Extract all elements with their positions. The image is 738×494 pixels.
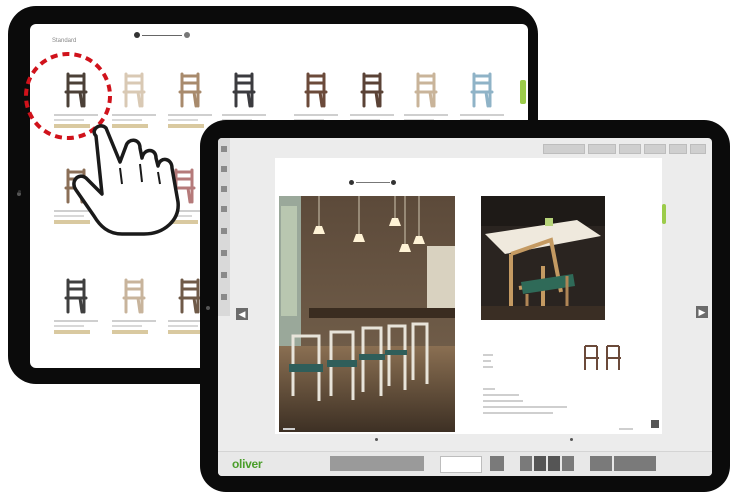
page-number — [619, 428, 633, 430]
chair-icon — [232, 72, 256, 108]
zoom-out-icon[interactable] — [134, 32, 140, 38]
option-button[interactable] — [614, 456, 656, 471]
next-button[interactable] — [548, 456, 560, 471]
spec-text — [483, 354, 493, 356]
spec-text — [483, 400, 523, 402]
left-toolbar — [218, 138, 230, 316]
print-icon[interactable] — [221, 250, 227, 256]
chair-thumbnail — [584, 345, 621, 370]
side-tab[interactable] — [662, 204, 666, 224]
share-icon[interactable] — [221, 272, 227, 278]
viewer-screen: ◀ ▶ oliver — [218, 138, 712, 476]
prev-button[interactable] — [534, 456, 546, 471]
brand-logo: oliver — [232, 457, 263, 471]
last-page-button[interactable] — [562, 456, 574, 471]
zoom-in-icon[interactable] — [391, 180, 396, 185]
chair-icon — [304, 72, 328, 108]
toolbar-button[interactable] — [644, 144, 666, 154]
page-info-field[interactable] — [440, 456, 482, 473]
spec-text — [483, 388, 495, 390]
toolbar-button[interactable] — [690, 144, 706, 154]
side-tab[interactable] — [520, 80, 526, 104]
go-button[interactable] — [490, 456, 504, 471]
top-toolbar — [543, 144, 706, 154]
menu-icon[interactable] — [221, 146, 227, 152]
page-spread[interactable] — [275, 158, 662, 434]
prev-page-button[interactable]: ◀ — [236, 308, 248, 320]
front-tablet: ◀ ▶ oliver — [200, 120, 730, 492]
index-icon[interactable] — [221, 166, 227, 172]
bookmark-icon[interactable] — [221, 206, 227, 212]
chair-icon — [122, 278, 146, 314]
page-zoom-slider[interactable] — [349, 180, 397, 186]
page-indicator — [570, 438, 573, 441]
spec-text — [483, 360, 491, 362]
page-number — [283, 428, 295, 430]
zoom-in-icon[interactable] — [184, 32, 190, 38]
chair-item[interactable] — [110, 274, 160, 342]
toolbar-button[interactable] — [543, 144, 585, 154]
chair-icon — [360, 72, 384, 108]
spec-text — [483, 394, 519, 396]
next-page-button[interactable]: ▶ — [696, 306, 708, 318]
zoom-out-icon[interactable] — [349, 180, 354, 185]
zoom-button[interactable] — [590, 456, 612, 471]
spec-text — [483, 406, 567, 408]
page-thumbnail-strip[interactable] — [330, 456, 424, 471]
zoom-track[interactable] — [142, 35, 182, 36]
spec-text — [483, 412, 553, 414]
search-icon[interactable] — [221, 186, 227, 192]
toolbar-button[interactable] — [619, 144, 641, 154]
note-icon[interactable] — [221, 228, 227, 234]
toolbar-button[interactable] — [669, 144, 687, 154]
zoom-track[interactable] — [356, 182, 390, 183]
chair-detail-photo — [481, 196, 605, 320]
cafe-interior-photo — [279, 196, 455, 432]
spec-text — [483, 366, 493, 368]
chair-icon — [64, 278, 88, 314]
tablet-camera — [206, 306, 210, 310]
page-indicator — [375, 438, 378, 441]
tablet-camera — [18, 190, 21, 193]
tap-annotation — [24, 52, 180, 236]
corner-icon[interactable] — [651, 420, 659, 428]
toolbar-button[interactable] — [588, 144, 616, 154]
pointing-hand-icon — [72, 124, 180, 236]
chair-icon — [414, 72, 438, 108]
bottom-toolbar: oliver — [218, 451, 712, 476]
first-page-button[interactable] — [520, 456, 532, 471]
help-icon[interactable] — [221, 294, 227, 300]
chair-icon — [470, 72, 494, 108]
zoom-slider[interactable] — [134, 31, 190, 39]
chair-item[interactable] — [52, 274, 102, 342]
